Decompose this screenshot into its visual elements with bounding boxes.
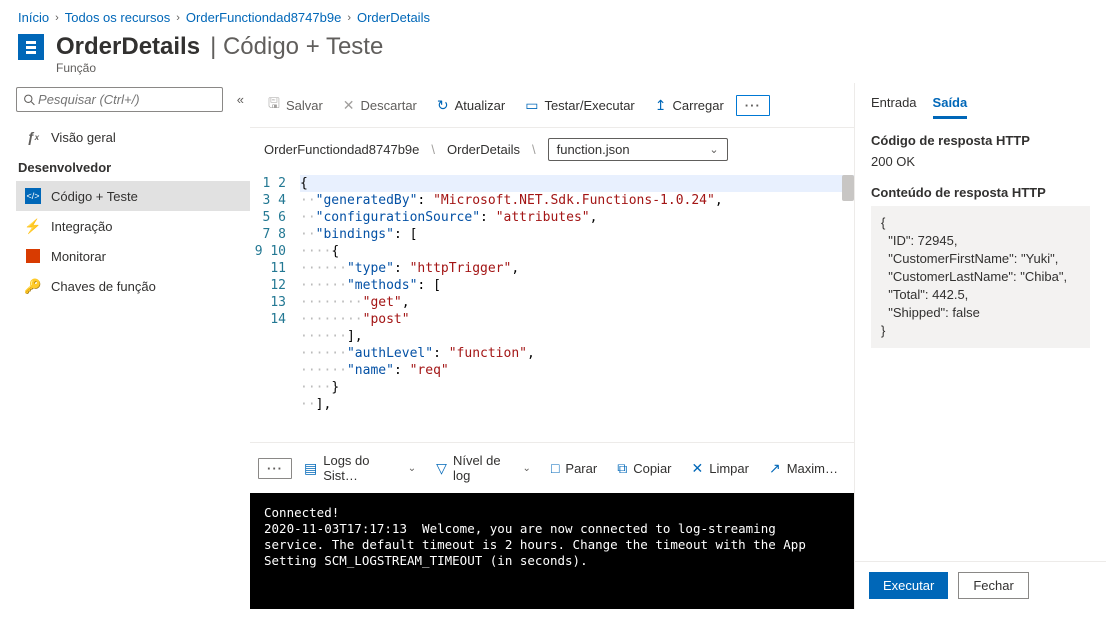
discard-icon: ✕ <box>343 97 355 114</box>
editor-gutter: 1 2 3 4 5 6 7 8 9 10 11 12 13 14 <box>250 171 296 442</box>
file-dropdown-value: function.json <box>557 142 630 157</box>
save-button[interactable]: 🖫 Salvar <box>260 89 331 121</box>
path-separator: \ <box>431 142 435 157</box>
test-run-button[interactable]: ▭ Testar/Executar <box>517 93 643 118</box>
sidebar-item-label: Código + Teste <box>51 189 138 204</box>
collapse-sidebar-button[interactable]: « <box>231 92 250 107</box>
tab-output[interactable]: Saída <box>933 95 968 119</box>
sidebar-item-code-test[interactable]: </> Código + Teste <box>16 181 250 211</box>
main-content: 🖫 Salvar ✕ Descartar ↻ Atualizar ▭ Testa… <box>250 83 854 609</box>
response-content-label: Conteúdo de resposta HTTP <box>871 185 1090 200</box>
upload-icon: ↥ <box>655 97 667 114</box>
breadcrumb: Início › Todos os recursos › OrderFuncti… <box>0 0 1106 29</box>
maximize-icon: ↗ <box>769 460 781 477</box>
bolt-icon: ⚡ <box>25 218 41 234</box>
toolbar-more-button[interactable]: ··· <box>736 95 770 116</box>
breadcrumb-all-resources[interactable]: Todos os recursos <box>65 10 171 25</box>
monitor-icon <box>25 248 41 264</box>
page-title-row: OrderDetails | Código + Teste <box>0 29 1106 63</box>
sidebar: « ƒx Visão geral Desenvolvedor </> Códig… <box>0 83 250 609</box>
page-subtitle: | Código + Teste <box>210 33 383 61</box>
search-input[interactable] <box>36 91 216 108</box>
clear-icon: ✕ <box>692 460 704 477</box>
logs-icon: ▤ <box>304 460 317 477</box>
breadcrumb-home[interactable]: Início <box>18 10 49 25</box>
code-editor[interactable]: 1 2 3 4 5 6 7 8 9 10 11 12 13 14 { ··"ge… <box>250 171 854 442</box>
editor-code[interactable]: { ··"generatedBy": "Microsoft.NET.Sdk.Fu… <box>296 171 854 442</box>
test-panel: Entrada Saída Código de resposta HTTP 20… <box>854 83 1106 609</box>
search-box[interactable] <box>16 87 223 112</box>
tab-input[interactable]: Entrada <box>871 95 917 119</box>
chevron-down-icon: ⌄ <box>408 463 416 474</box>
sidebar-item-label: Integração <box>51 219 112 234</box>
discard-button[interactable]: ✕ Descartar <box>335 93 425 118</box>
sidebar-item-label: Chaves de função <box>51 279 156 294</box>
close-button[interactable]: Fechar <box>958 572 1028 599</box>
command-toolbar: 🖫 Salvar ✕ Descartar ↻ Atualizar ▭ Testa… <box>250 83 854 128</box>
chevron-down-icon: ⌄ <box>709 143 718 156</box>
response-body: { "ID": 72945, "CustomerFirstName": "Yuk… <box>871 206 1090 348</box>
page-title: OrderDetails <box>56 33 200 61</box>
chevron-down-icon: ⌄ <box>523 463 531 474</box>
chevron-right-icon: › <box>176 12 180 24</box>
chevron-right-icon: › <box>55 12 59 24</box>
save-icon: 🖫 <box>268 93 280 117</box>
copy-button[interactable]: ⧉ Copiar <box>609 456 679 481</box>
test-icon: ▭ <box>525 97 538 114</box>
search-icon <box>23 93 36 107</box>
test-panel-footer: Executar Fechar <box>855 561 1106 609</box>
file-dropdown[interactable]: function.json ⌄ <box>548 138 728 161</box>
file-path-row: OrderFunctiondad8747b9e \ OrderDetails \… <box>250 128 854 171</box>
log-toolbar: ··· ▤ Logs do Sist… ⌄ ▽ Nível de log ⌄ □… <box>250 442 854 493</box>
fx-icon: ƒx <box>25 129 41 145</box>
copy-icon: ⧉ <box>617 460 627 477</box>
refresh-icon: ↻ <box>437 97 449 114</box>
sidebar-item-monitor[interactable]: Monitorar <box>16 241 250 271</box>
log-more-button[interactable]: ··· <box>258 458 292 479</box>
maximize-button[interactable]: ↗ Maxim… <box>761 456 846 481</box>
sidebar-item-integration[interactable]: ⚡ Integração <box>16 211 250 241</box>
breadcrumb-function-app[interactable]: OrderFunctiondad8747b9e <box>186 10 341 25</box>
clear-button[interactable]: ✕ Limpar <box>684 456 757 481</box>
path-app: OrderFunctiondad8747b9e <box>264 142 419 157</box>
sidebar-item-function-keys[interactable]: 🔑 Chaves de função <box>16 271 250 301</box>
logs-dropdown[interactable]: ▤ Logs do Sist… ⌄ <box>296 449 424 487</box>
code-icon: </> <box>25 188 41 204</box>
key-icon: 🔑 <box>25 278 41 294</box>
stop-icon: □ <box>551 460 559 476</box>
response-code-value: 200 OK <box>871 154 1090 169</box>
log-level-dropdown[interactable]: ▽ Nível de log ⌄ <box>428 449 539 487</box>
sidebar-item-label: Monitorar <box>51 249 106 264</box>
scrollbar-thumb[interactable] <box>842 175 854 201</box>
stop-button[interactable]: □ Parar <box>543 456 605 480</box>
path-separator: \ <box>532 142 536 157</box>
upload-button[interactable]: ↥ Carregar <box>647 93 732 118</box>
response-code-label: Código de resposta HTTP <box>871 133 1090 148</box>
filter-icon: ▽ <box>436 460 447 477</box>
chevron-right-icon: › <box>347 12 351 24</box>
log-console: Connected! 2020-11-03T17:17:13 Welcome, … <box>250 493 854 609</box>
test-tabs: Entrada Saída <box>855 83 1106 119</box>
function-app-icon <box>18 34 44 60</box>
sidebar-item-overview[interactable]: ƒx Visão geral <box>16 122 250 152</box>
breadcrumb-function[interactable]: OrderDetails <box>357 10 430 25</box>
refresh-button[interactable]: ↻ Atualizar <box>429 93 513 118</box>
run-button[interactable]: Executar <box>869 572 948 599</box>
sidebar-item-label: Visão geral <box>51 130 116 145</box>
path-function: OrderDetails <box>447 142 520 157</box>
sidebar-section-developer: Desenvolvedor <box>16 152 250 181</box>
page-caption: Função <box>0 61 1106 75</box>
